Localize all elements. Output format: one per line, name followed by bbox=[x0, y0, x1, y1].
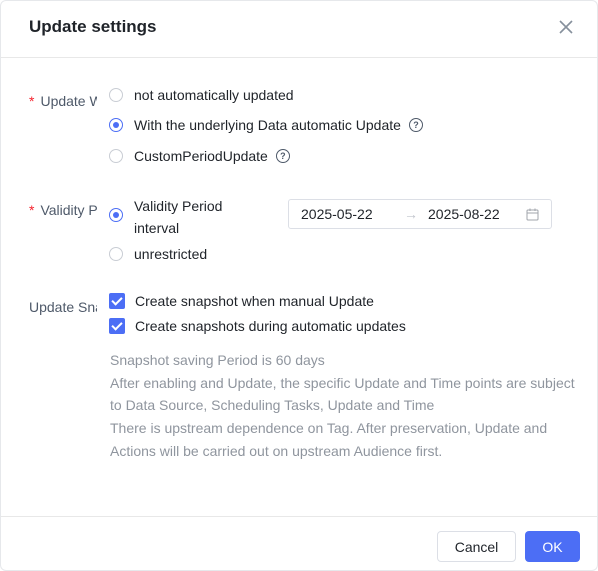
cancel-button[interactable]: Cancel bbox=[437, 531, 516, 562]
close-icon[interactable] bbox=[557, 18, 575, 36]
calendar-icon[interactable] bbox=[526, 208, 539, 224]
radio-auto-with-data[interactable]: With the underlying Data automatic Updat… bbox=[109, 117, 423, 133]
update-mode-label: * Update Way bbox=[29, 93, 97, 109]
radio-circle[interactable] bbox=[109, 149, 123, 163]
question-circle-icon[interactable]: ? bbox=[408, 118, 423, 132]
question-circle-icon[interactable]: ? bbox=[275, 149, 290, 163]
radio-custom-period[interactable]: CustomPeriodUpdate ? bbox=[109, 148, 290, 164]
validity-label: * Validity Period bbox=[29, 202, 97, 218]
checkbox-checked-icon[interactable] bbox=[109, 293, 125, 309]
radio-circle-selected[interactable] bbox=[109, 118, 123, 132]
range-arrow-icon: → bbox=[404, 206, 418, 222]
validity-label-text: Validity Period bbox=[40, 202, 97, 218]
start-date-input[interactable]: 2025-05-22 bbox=[301, 206, 373, 222]
snapshot-label: Update Snapshot bbox=[29, 299, 97, 315]
checkbox-checked-icon[interactable] bbox=[109, 318, 125, 334]
radio-label: With the underlying Data automatic Updat… bbox=[134, 117, 401, 133]
radio-circle[interactable] bbox=[109, 88, 123, 102]
note-line: Snapshot saving Period is 60 days bbox=[110, 352, 325, 368]
checkbox-auto-snapshot[interactable]: Create snapshots during automatic update… bbox=[109, 318, 406, 334]
dialog-title: Update settings bbox=[29, 17, 157, 36]
update-settings-dialog: Update settings * Update Way not automati… bbox=[0, 0, 598, 571]
checkbox-manual-snapshot[interactable]: Create snapshot when manual Update bbox=[109, 293, 374, 309]
required-mark: * bbox=[29, 202, 35, 218]
ok-button[interactable]: OK bbox=[525, 531, 580, 562]
dialog-header: Update settings bbox=[1, 1, 597, 58]
checkbox-label: Create snapshots during automatic update… bbox=[135, 318, 406, 334]
radio-unrestricted[interactable]: unrestricted bbox=[109, 246, 207, 262]
end-date-input[interactable]: 2025-08-22 bbox=[428, 206, 500, 222]
note-line: After enabling and Update, the specific … bbox=[110, 374, 575, 414]
date-range-picker[interactable]: 2025-05-22 → 2025-08-22 bbox=[288, 199, 552, 229]
radio-label: unrestricted bbox=[134, 246, 208, 262]
radio-validity-interval[interactable]: Validity Period interval bbox=[109, 195, 254, 239]
radio-label: Validity Period interval bbox=[134, 198, 223, 236]
snapshot-notes: Snapshot saving Period is 60 days After … bbox=[110, 349, 580, 463]
radio-circle-selected[interactable] bbox=[109, 208, 123, 222]
radio-circle[interactable] bbox=[109, 247, 123, 261]
update-mode-label-text: Update Way bbox=[40, 93, 97, 109]
note-line: There is upstream dependence on Tag. Aft… bbox=[110, 420, 548, 459]
required-mark: * bbox=[29, 93, 35, 109]
radio-label: not automatically updated bbox=[134, 87, 294, 103]
radio-not-auto-update[interactable]: not automatically updated bbox=[109, 87, 294, 103]
radio-label: CustomPeriodUpdate bbox=[134, 148, 268, 164]
checkbox-label: Create snapshot when manual Update bbox=[135, 293, 374, 309]
